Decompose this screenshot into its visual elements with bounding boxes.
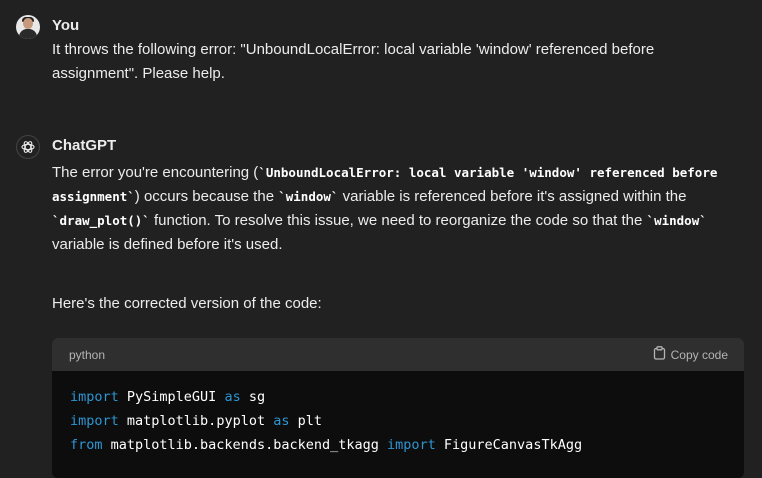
code-block: python Copy code import PySimpleGUI as s… bbox=[52, 338, 744, 478]
code-text: plt bbox=[289, 413, 322, 429]
text-segment: ) occurs because the bbox=[134, 188, 279, 205]
inline-code: `window` bbox=[278, 189, 339, 204]
code-keyword: import bbox=[70, 389, 119, 405]
code-keyword: as bbox=[273, 413, 290, 429]
code-line: import matplotlib.pyplot as plt bbox=[70, 409, 726, 433]
user-message: It throws the following error: "UnboundL… bbox=[52, 38, 742, 86]
clipboard-icon bbox=[653, 346, 666, 363]
code-body: import PySimpleGUI as sg import matplotli… bbox=[52, 371, 744, 471]
code-keyword: import bbox=[70, 413, 119, 429]
text-segment: The error you're encountering ( bbox=[52, 164, 259, 181]
code-text: sg bbox=[240, 389, 266, 405]
inline-code: `window` bbox=[646, 213, 707, 228]
copy-code-label: Copy code bbox=[670, 347, 728, 362]
code-keyword: from bbox=[70, 437, 103, 453]
code-line: import PySimpleGUI as sg bbox=[70, 385, 726, 409]
code-text: FigureCanvasTkAgg bbox=[435, 437, 583, 453]
user-avatar bbox=[16, 15, 40, 39]
text-segment: variable is referenced before it's assig… bbox=[338, 188, 687, 205]
user-message-text: It throws the following error: "UnboundL… bbox=[52, 41, 655, 82]
assistant-name: ChatGPT bbox=[52, 137, 117, 154]
code-text: matplotlib.pyplot bbox=[118, 413, 274, 429]
code-text: PySimpleGUI bbox=[118, 389, 225, 405]
assistant-paragraph-1: The error you're encountering (`UnboundL… bbox=[52, 161, 742, 257]
code-keyword: as bbox=[224, 389, 241, 405]
copy-code-button[interactable]: Copy code bbox=[653, 346, 728, 363]
text-segment: function. To resolve this issue, we need… bbox=[149, 212, 647, 229]
code-line: from matplotlib.backends.backend_tkagg i… bbox=[70, 433, 726, 457]
assistant-paragraph-2-text: Here's the corrected version of the code… bbox=[52, 295, 322, 312]
code-block-header: python Copy code bbox=[52, 338, 744, 371]
user-name: You bbox=[52, 17, 80, 34]
code-keyword: import bbox=[387, 437, 436, 453]
assistant-paragraph-2: Here's the corrected version of the code… bbox=[52, 292, 742, 316]
code-text: matplotlib.backends.backend_tkagg bbox=[102, 437, 387, 453]
code-language-label: python bbox=[69, 347, 106, 362]
inline-code: `draw_plot()` bbox=[52, 213, 150, 228]
openai-logo-icon bbox=[16, 135, 40, 159]
text-segment: variable is defined before it's used. bbox=[52, 236, 283, 253]
